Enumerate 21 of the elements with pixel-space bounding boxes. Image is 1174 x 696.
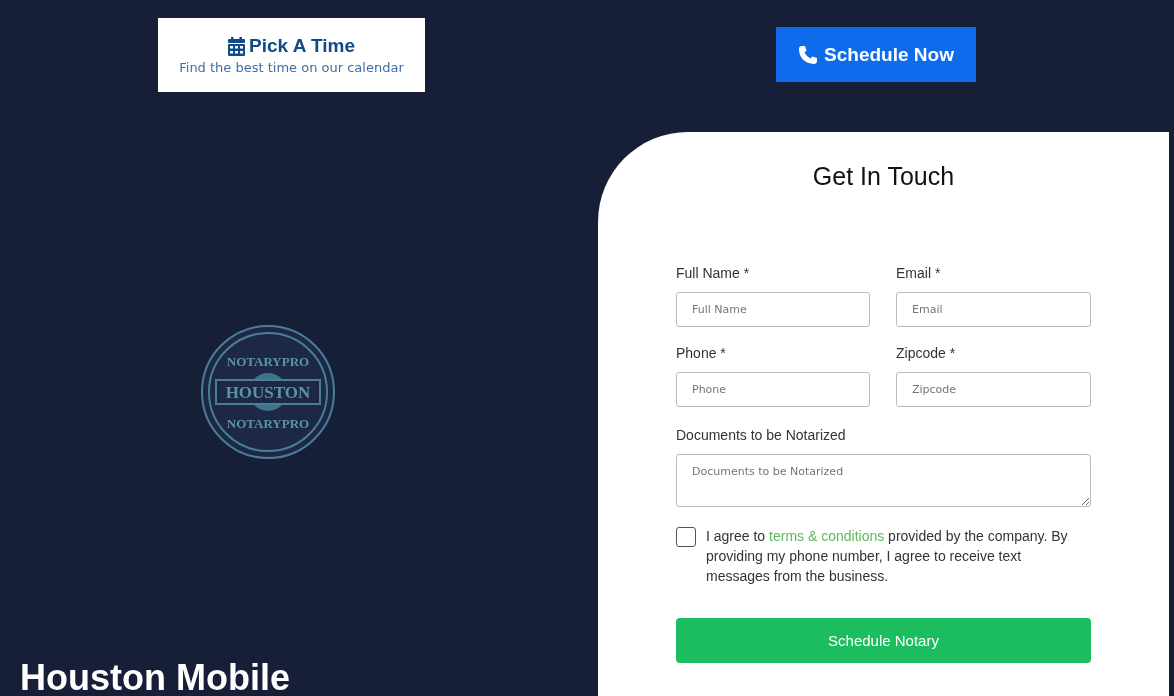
consent-checkbox[interactable] bbox=[676, 527, 696, 547]
schedule-notary-button[interactable]: Schedule Notary bbox=[676, 618, 1091, 663]
terms-link[interactable]: terms & conditions bbox=[769, 528, 885, 544]
input-field[interactable]: Phone bbox=[676, 372, 870, 407]
page-heading: Houston Mobile bbox=[20, 660, 291, 696]
form-title: Get In Touch bbox=[811, 162, 956, 191]
field-label: Phone * bbox=[676, 345, 727, 361]
pick-a-time-button[interactable]: Pick A Time Find the best time on our calendar bbox=[158, 18, 425, 92]
input-field[interactable]: Email bbox=[896, 292, 1091, 327]
field-label: Documents to be Notarized bbox=[676, 427, 847, 443]
textarea-field[interactable]: Documents to be Notarized bbox=[676, 454, 1091, 507]
field-label: Full Name * bbox=[676, 265, 751, 281]
phone-icon bbox=[798, 44, 819, 65]
calendar-icon bbox=[228, 36, 245, 56]
input-field[interactable]: Zipcode bbox=[896, 372, 1091, 407]
schedule-now-button[interactable]: Schedule Now bbox=[776, 27, 976, 82]
field-label: Email * bbox=[896, 265, 942, 281]
stamp-logo: NOTARYPRO HOUSTON NOTARYPRO bbox=[200, 324, 336, 460]
consent-text: I agree to terms & conditions provided by the company. By providing my phone number, I agree to receive text messages from the business. bbox=[706, 527, 1069, 586]
field-label: Zipcode * bbox=[896, 345, 957, 361]
input-field[interactable]: Full Name bbox=[676, 292, 870, 327]
